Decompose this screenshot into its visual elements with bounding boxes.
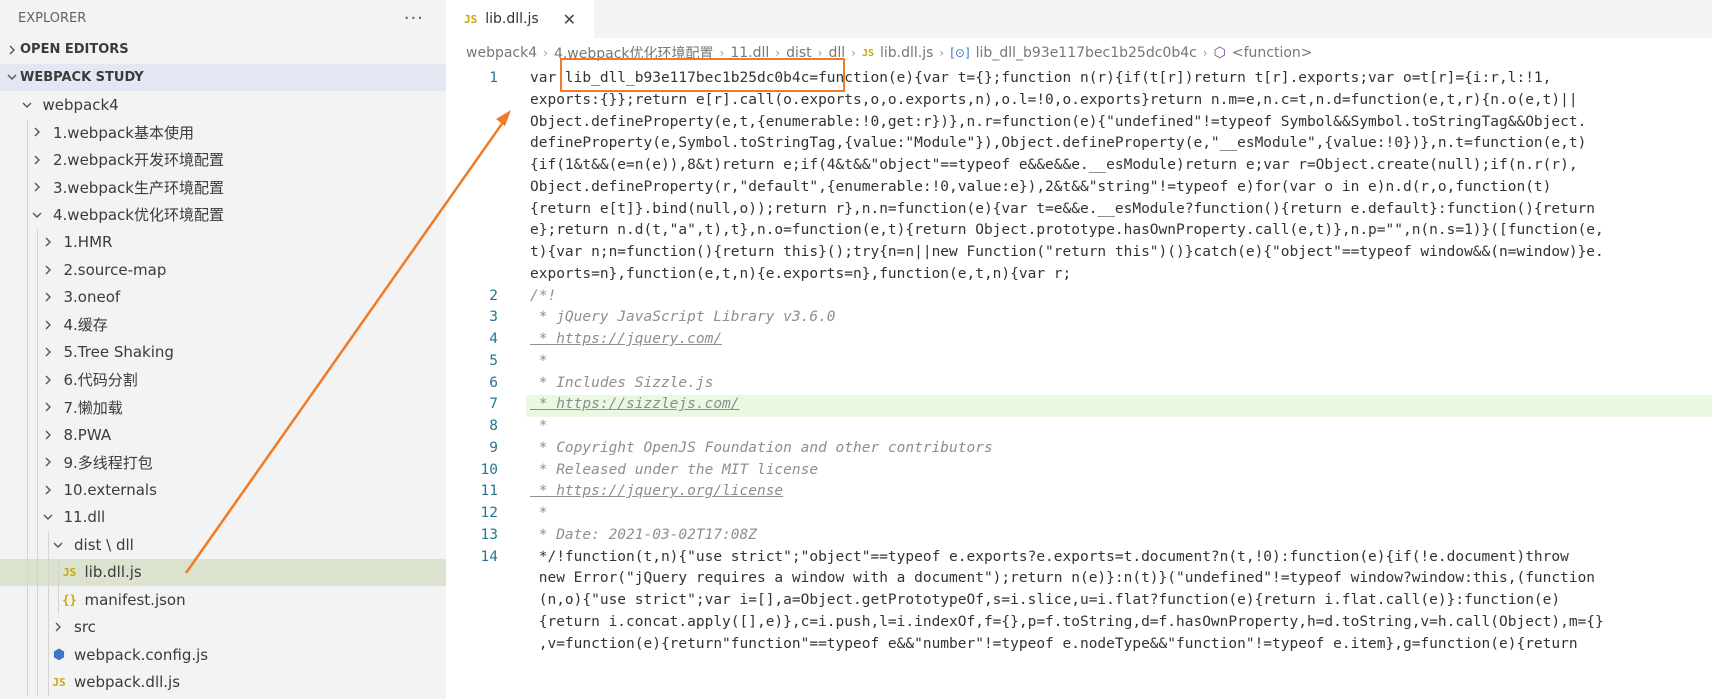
annotation-arrow <box>184 110 511 574</box>
